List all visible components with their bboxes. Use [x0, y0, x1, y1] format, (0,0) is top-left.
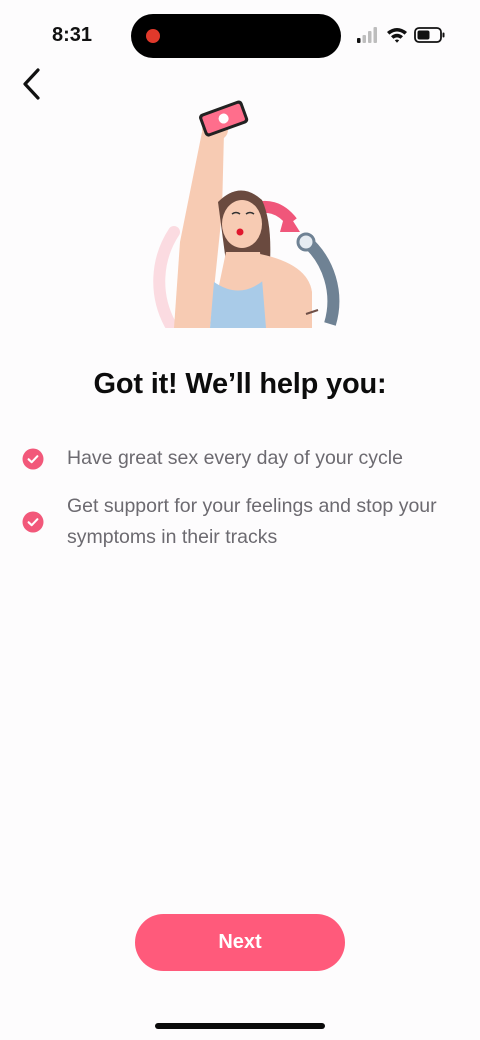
list-item: Get support for your feelings and stop y… — [22, 492, 462, 553]
home-indicator — [155, 1023, 325, 1029]
battery-icon — [414, 27, 445, 43]
next-button[interactable]: Next — [135, 914, 345, 971]
status-time: 8:31 — [52, 24, 93, 46]
benefits-list: Have great sex every day of your cycle G… — [22, 444, 462, 568]
status-bar: 8:31 — [0, 0, 480, 70]
back-button[interactable] — [14, 66, 50, 102]
list-item: Have great sex every day of your cycle — [22, 444, 462, 474]
check-circle-icon — [22, 448, 44, 470]
benefit-text: Get support for your feelings and stop y… — [67, 495, 437, 548]
dynamic-island — [131, 14, 341, 58]
woman-selfie-illustration — [153, 100, 340, 330]
hero-illustration — [140, 92, 340, 330]
signal-icon — [357, 27, 377, 43]
wifi-icon — [387, 28, 407, 43]
check-circle-icon — [22, 511, 44, 533]
benefit-text: Have great sex every day of your cycle — [67, 447, 403, 469]
chevron-left-icon — [23, 68, 40, 100]
recording-indicator-icon — [146, 29, 160, 43]
page-title: Got it! We’ll help you: — [93, 368, 387, 400]
